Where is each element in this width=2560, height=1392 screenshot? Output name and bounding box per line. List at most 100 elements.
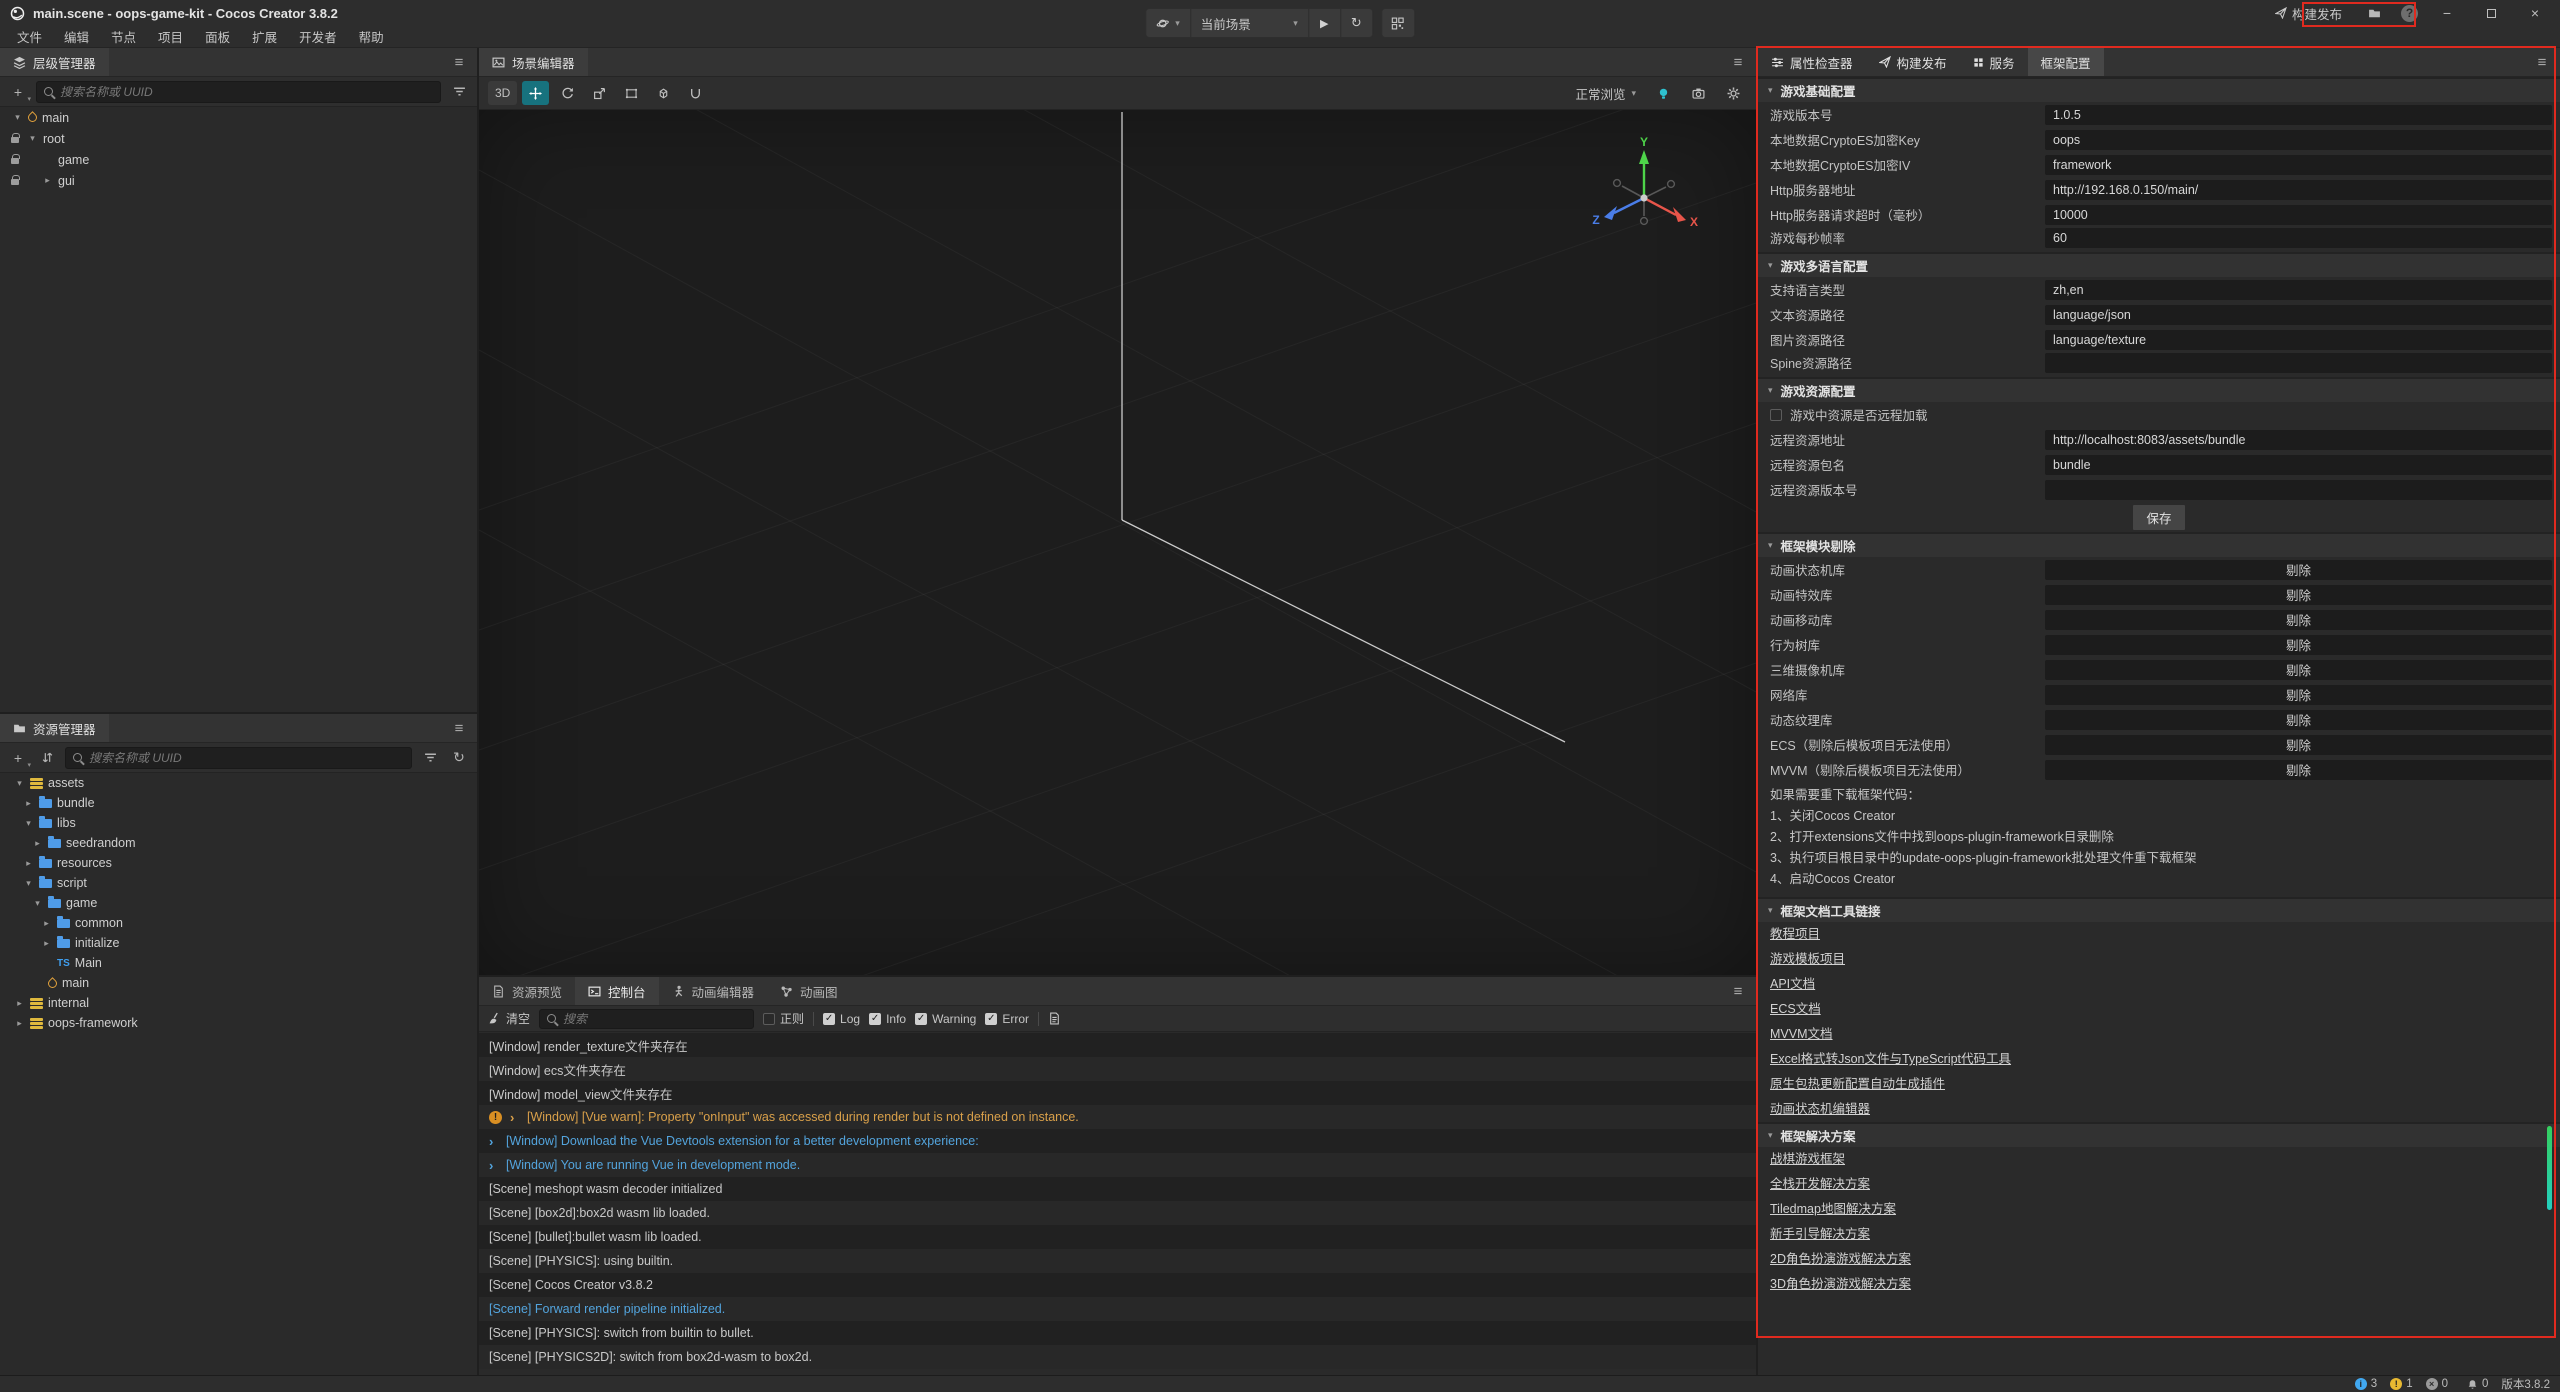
panel-menu-icon[interactable]: ≡ — [441, 714, 477, 742]
scene-select[interactable]: 当前场景 ▾ — [1190, 9, 1308, 37]
rect-tool-button[interactable] — [618, 81, 645, 105]
sort-assets-button[interactable] — [36, 747, 58, 769]
tree-node-game[interactable]: game — [0, 149, 477, 170]
scene-camera-button[interactable] — [1685, 81, 1712, 105]
view-mode-select[interactable]: 正常浏览 ▾ — [1569, 84, 1642, 103]
section-header[interactable]: ▾游戏多语言配置 — [1758, 254, 2560, 277]
text-input[interactable]: 10000 — [2045, 205, 2552, 225]
menu-project[interactable]: 项目 — [147, 27, 194, 46]
panel-menu-icon[interactable]: ≡ — [1720, 977, 1756, 1005]
chevron-down-icon[interactable]: ▾ — [27, 133, 38, 144]
chevron-down-icon[interactable]: ▾ — [23, 818, 34, 829]
text-input[interactable]: zh,en — [2045, 280, 2552, 300]
trim-module-button[interactable]: 剔除 — [2045, 660, 2552, 680]
log-row[interactable]: [Scene] Cocos Creator v3.8.2 — [479, 1273, 1756, 1297]
tab-asset-preview[interactable]: 资源预览 — [479, 977, 575, 1005]
menu-developer[interactable]: 开发者 — [288, 27, 348, 46]
hierarchy-search[interactable] — [36, 81, 441, 103]
play-button[interactable]: ▶ — [1308, 9, 1340, 37]
preview-target-select[interactable]: ▾ — [1146, 9, 1190, 37]
scale-tool-button[interactable] — [586, 81, 613, 105]
text-input[interactable]: language/json — [2045, 305, 2552, 325]
tab-assets[interactable]: 资源管理器 — [0, 714, 109, 742]
tab-service[interactable]: 服务 — [1960, 48, 2028, 76]
asset-node-main-scene[interactable]: main — [0, 973, 477, 993]
tab-inspector[interactable]: 属性检查器 — [1758, 48, 1866, 76]
solution-link[interactable]: 2D角色扮演游戏解决方案 — [1758, 1247, 1911, 1272]
section-header[interactable]: ▾框架模块剔除 — [1758, 534, 2560, 557]
assets-search[interactable] — [65, 747, 412, 769]
asset-node-assets[interactable]: ▾assets — [0, 773, 477, 793]
panel-menu-icon[interactable]: ≡ — [1720, 48, 1756, 76]
trim-module-button[interactable]: 剔除 — [2045, 710, 2552, 730]
asset-node-seedrandom[interactable]: ▸seedrandom — [0, 833, 477, 853]
doc-link[interactable]: MVVM文档 — [1758, 1022, 1833, 1047]
tab-framework-config[interactable]: 框架配置 — [2028, 48, 2104, 76]
tree-node-root[interactable]: ▾ root — [0, 128, 477, 149]
help-button[interactable]: ? — [2401, 5, 2418, 22]
tab-scene-editor[interactable]: 场景编辑器 — [479, 48, 588, 76]
section-header[interactable]: ▾框架解决方案 — [1758, 1124, 2560, 1147]
move-tool-button[interactable] — [522, 81, 549, 105]
expand-icon[interactable]: › — [510, 1110, 519, 1125]
asset-node-oops-framework[interactable]: ▸oops-framework — [0, 1013, 477, 1033]
doc-link[interactable]: 动画状态机编辑器 — [1758, 1097, 1870, 1122]
menu-extension[interactable]: 扩展 — [241, 27, 288, 46]
orientation-gizmo[interactable]: Y X Z — [1584, 136, 1704, 254]
section-header[interactable]: ▾游戏资源配置 — [1758, 379, 2560, 402]
tree-node-main[interactable]: ▾ main — [0, 107, 477, 128]
mode-3d-toggle[interactable]: 3D — [488, 81, 517, 105]
log-row[interactable]: [Scene] [box2d]:box2d wasm lib loaded. — [479, 1201, 1756, 1225]
asset-node-game[interactable]: ▾game — [0, 893, 477, 913]
menu-file[interactable]: 文件 — [6, 27, 53, 46]
panel-menu-icon[interactable]: ≡ — [2524, 48, 2560, 76]
doc-link[interactable]: Excel格式转Json文件与TypeScript代码工具 — [1758, 1047, 2011, 1072]
log-row[interactable]: [Scene] [PHYSICS2D]: switch from box2d-w… — [479, 1345, 1756, 1369]
doc-link[interactable]: ECS文档 — [1758, 997, 1821, 1022]
hierarchy-filter-button[interactable] — [448, 81, 470, 103]
doc-link[interactable]: 游戏模板项目 — [1758, 947, 1845, 972]
log-row[interactable]: [Window] ecs文件夹存在 — [479, 1057, 1756, 1081]
assets-filter-button[interactable] — [419, 747, 441, 769]
warning-count-badge[interactable]: !1 — [2390, 1378, 2412, 1390]
chevron-down-icon[interactable]: ▾ — [32, 898, 43, 909]
clear-console-button[interactable]: 清空 — [488, 1010, 530, 1027]
reload-button[interactable]: ↻ — [1340, 9, 1372, 37]
trim-module-button[interactable]: 剔除 — [2045, 635, 2552, 655]
scrollbar-thumb[interactable] — [2547, 1126, 2552, 1210]
assets-search-input[interactable] — [89, 751, 404, 765]
filter-error-checkbox[interactable]: Error — [985, 1012, 1029, 1026]
trim-module-button[interactable]: 剔除 — [2045, 610, 2552, 630]
trim-module-button[interactable]: 剔除 — [2045, 735, 2552, 755]
tab-hierarchy[interactable]: 层级管理器 — [0, 48, 109, 76]
trim-module-button[interactable]: 剔除 — [2045, 760, 2552, 780]
text-input[interactable]: bundle — [2045, 455, 2552, 475]
build-publish-button[interactable]: 构建发布 — [2269, 1, 2348, 25]
save-button[interactable]: 保存 — [2132, 504, 2185, 531]
log-row[interactable]: [Window] model_view文件夹存在 — [479, 1081, 1756, 1105]
maximize-button[interactable] — [2476, 5, 2506, 21]
minimize-button[interactable]: − — [2432, 5, 2462, 21]
chevron-right-icon[interactable]: ▸ — [23, 858, 34, 869]
chevron-right-icon[interactable]: ▸ — [42, 175, 53, 186]
doc-link[interactable]: 教程项目 — [1758, 922, 1820, 947]
device-preview-button[interactable] — [1382, 9, 1414, 37]
text-input[interactable] — [2045, 480, 2552, 500]
text-input[interactable] — [2045, 353, 2552, 373]
log-row[interactable]: [Scene] [PHYSICS]: using builtin. — [479, 1249, 1756, 1273]
error-count-badge[interactable]: ×0 — [2426, 1378, 2448, 1390]
menu-panel[interactable]: 面板 — [194, 27, 241, 46]
regex-checkbox[interactable]: 正则 — [763, 1010, 804, 1027]
text-input[interactable]: language/texture — [2045, 330, 2552, 350]
coordinate-toggle-button[interactable] — [682, 81, 709, 105]
open-project-folder-button[interactable] — [2362, 1, 2387, 25]
solution-link[interactable]: 3D角色扮演游戏解决方案 — [1758, 1272, 1911, 1297]
log-row-info[interactable]: ›[Window] Download the Vue Devtools exte… — [479, 1129, 1756, 1153]
trim-module-button[interactable]: 剔除 — [2045, 685, 2552, 705]
tab-animation-graph[interactable]: 动画图 — [767, 977, 851, 1005]
menu-edit[interactable]: 编辑 — [53, 27, 100, 46]
text-input[interactable]: http://192.168.0.150/main/ — [2045, 180, 2552, 200]
expand-icon[interactable]: › — [489, 1134, 498, 1149]
filter-info-checkbox[interactable]: Info — [869, 1012, 906, 1026]
text-input[interactable]: 60 — [2045, 228, 2552, 248]
